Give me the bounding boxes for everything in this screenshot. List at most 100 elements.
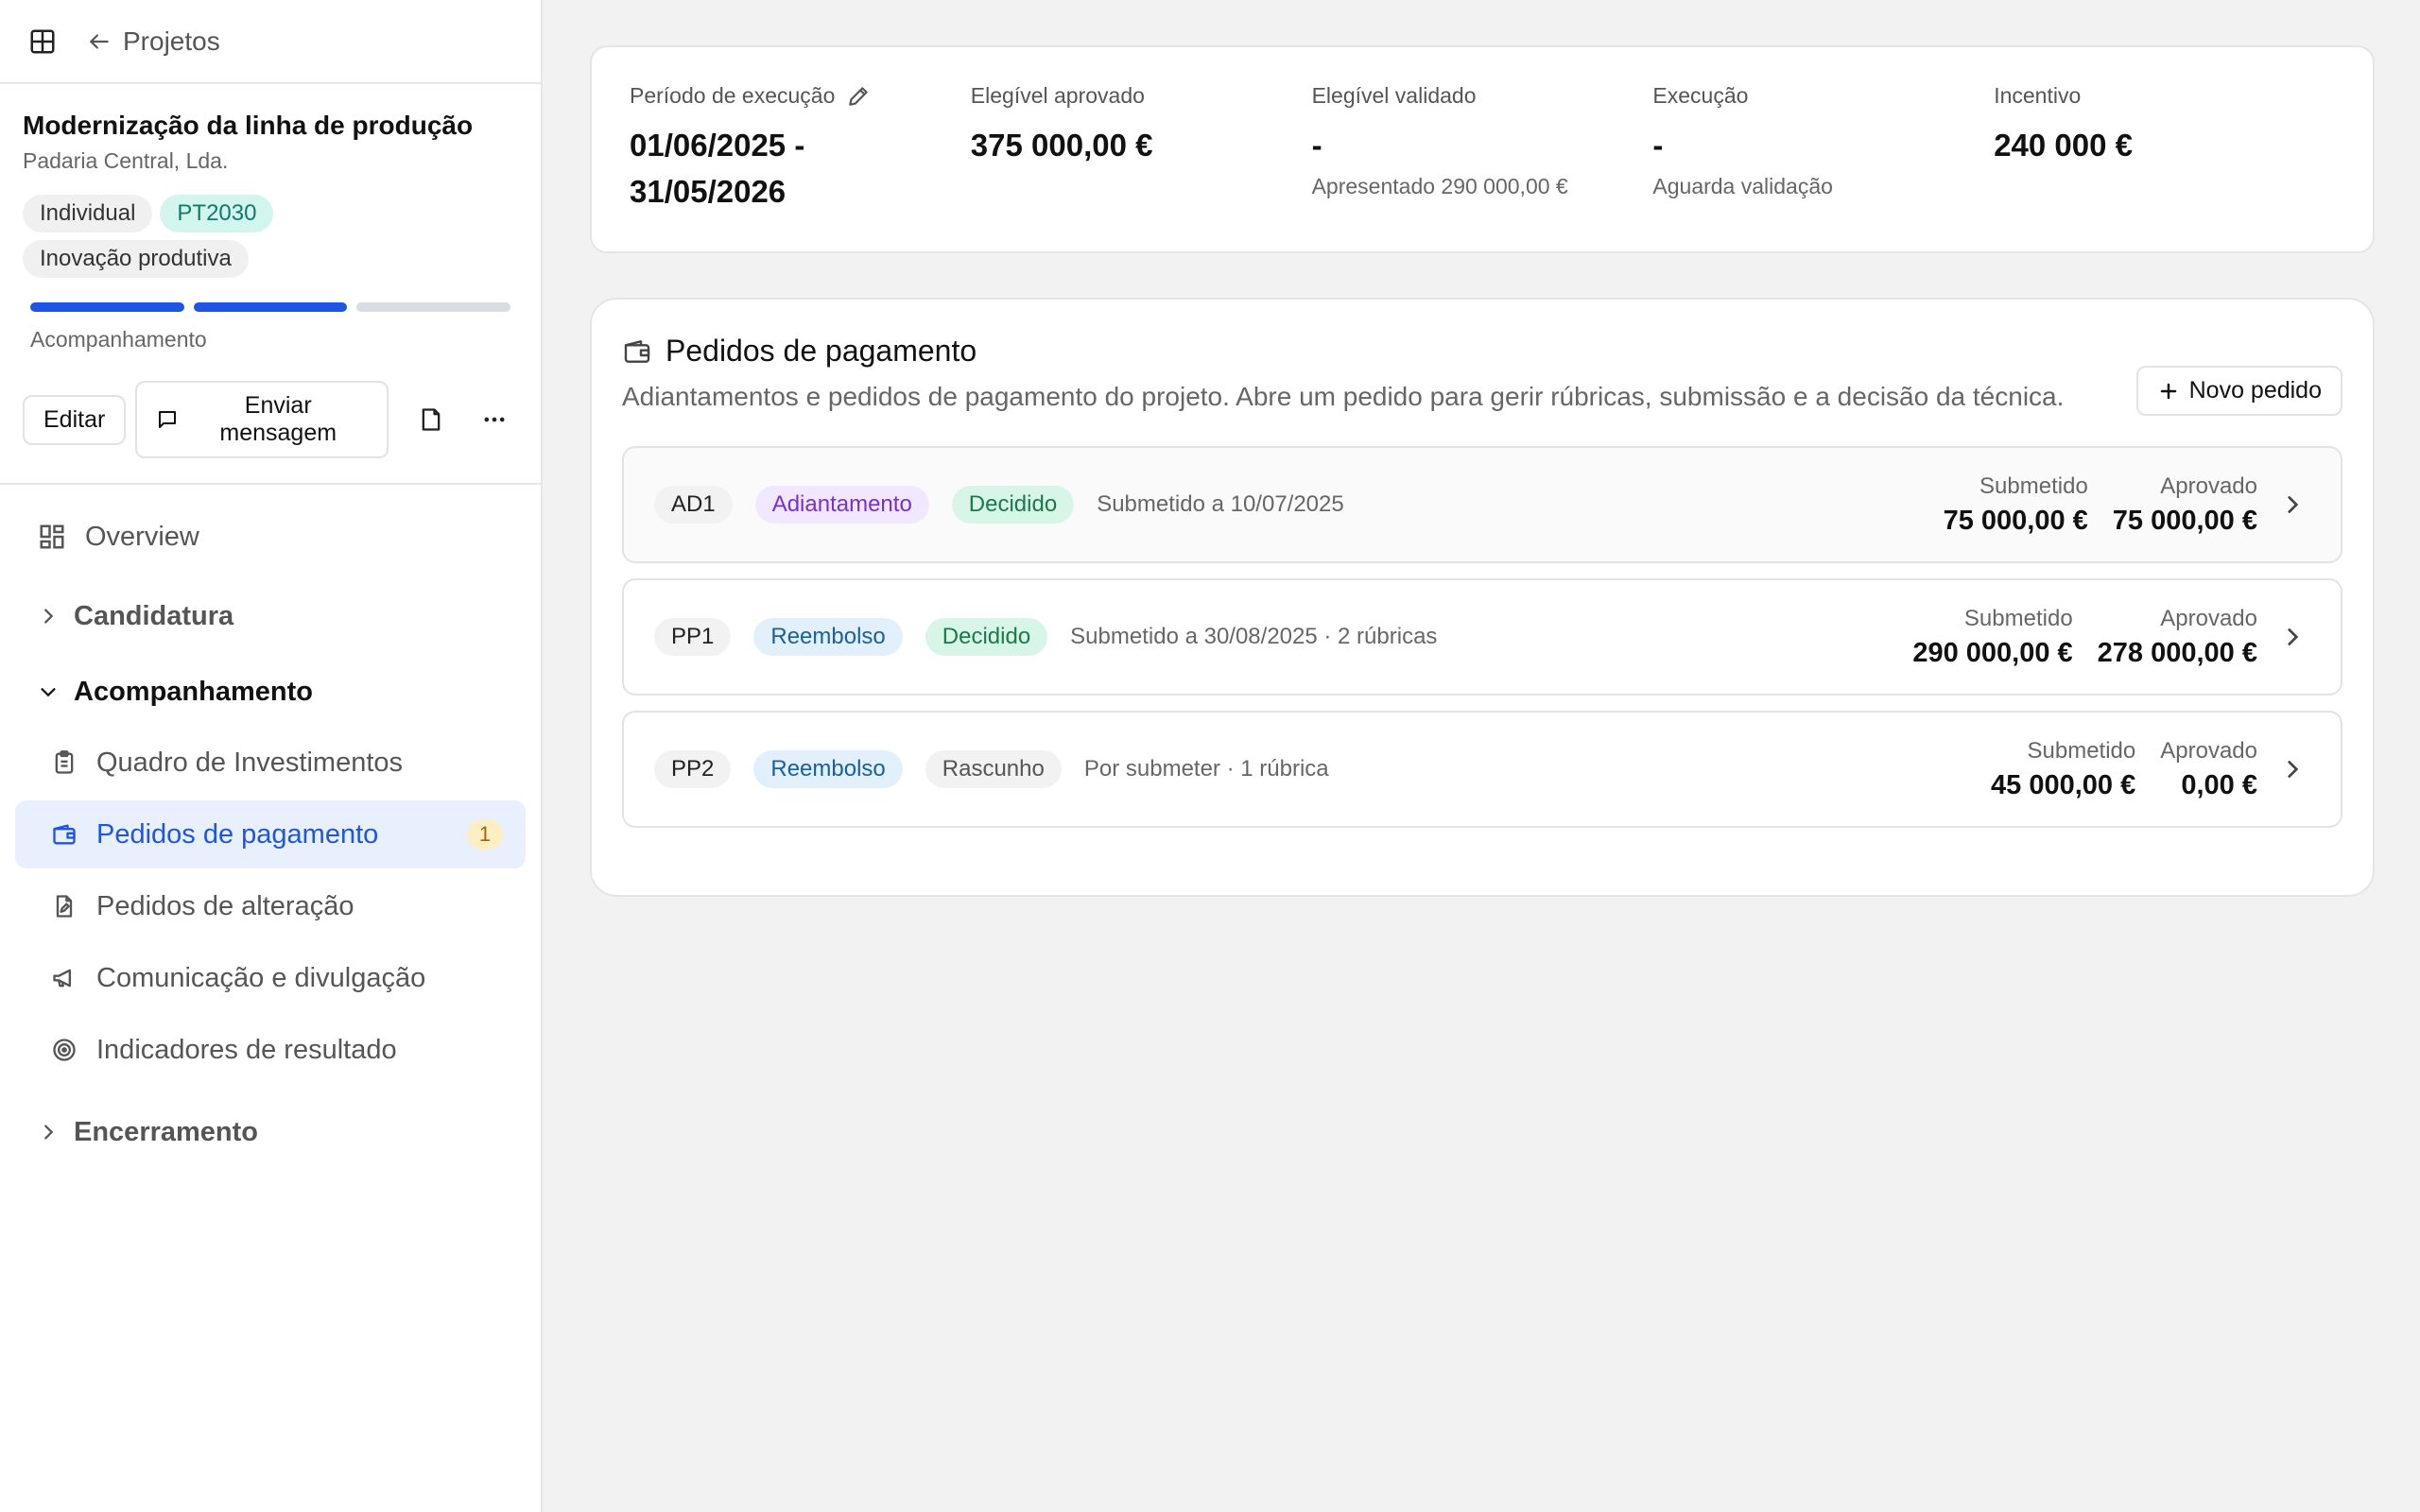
approved-label: Aprovado	[2160, 472, 2257, 499]
megaphone-icon	[51, 965, 78, 991]
project-actions: Editar Enviar mensagem	[23, 381, 518, 458]
kpi-label: Elegível aprovado	[970, 83, 1145, 108]
kpi-value: -	[1311, 128, 1322, 163]
kpi-periodo: Período de execução 01/06/2025 - 31/05/2…	[630, 83, 971, 251]
sidebar-item-pedidos-pagamento[interactable]: Pedidos de pagamento 1	[15, 800, 526, 868]
progress-segment	[193, 302, 348, 312]
new-request-button[interactable]: Novo pedido	[2135, 366, 2342, 416]
kpi-value: 01/06/2025 - 31/05/2026	[630, 128, 805, 209]
project-tags: Individual PT2030 Inovação produtiva	[23, 195, 335, 278]
project-summary: Período de execução 01/06/2025 - 31/05/2…	[590, 45, 2375, 253]
submitted-label: Submetido	[2027, 737, 2136, 764]
kpi-label: Período de execução	[630, 83, 971, 109]
wallet-icon	[51, 821, 78, 848]
chevron-right-icon	[2280, 757, 2312, 782]
sidebar-item-label: Comunicação e divulgação	[96, 962, 426, 993]
sidebar-group-label: Candidatura	[74, 600, 234, 631]
sidebar-group-encerramento[interactable]: Encerramento	[15, 1099, 526, 1165]
approved-label: Aprovado	[2160, 605, 2257, 631]
approved-amount: Aprovado 0,00 €	[2160, 738, 2257, 801]
file-edit-icon	[51, 893, 78, 919]
payment-row[interactable]: PP1 Reembolso Decidido Submetido a 30/08…	[622, 578, 2342, 696]
kpi-note: Aguarda validação	[1652, 174, 1833, 198]
payment-type: Reembolso	[753, 750, 903, 788]
phase-progress	[30, 302, 511, 312]
payment-row[interactable]: AD1 Adiantamento Decidido Submetido a 10…	[622, 446, 2342, 563]
payments-title: Pedidos de pagamento	[666, 334, 977, 368]
arrow-left-icon	[87, 29, 112, 54]
payments-header: Pedidos de pagamento	[622, 334, 2342, 369]
submitted-value: 290 000,00 €	[1912, 637, 2073, 668]
project-header: Modernização da linha de produção Padari…	[0, 84, 541, 458]
sidebar-item-investimentos[interactable]: Quadro de Investimentos	[15, 729, 526, 797]
new-request-label: Novo pedido	[2188, 377, 2322, 404]
kpi-label: Elegível validado	[1311, 83, 1477, 108]
sidebar-item-label: Pedidos de pagamento	[96, 818, 379, 850]
chevron-right-icon	[38, 606, 59, 627]
message-icon	[156, 408, 179, 431]
progress-segment	[356, 302, 511, 312]
sidebar-nav: Overview Candidatura Acompanhamento Quad…	[0, 485, 541, 1165]
kpi-label: Execução	[1652, 83, 1749, 108]
kpi-elegivel-aprovado: Elegível aprovado 375 000,00 €	[971, 83, 1312, 251]
chevron-right-icon	[2280, 492, 2312, 517]
payment-status: Decidido	[951, 486, 1075, 524]
target-icon	[51, 1037, 78, 1063]
tag-program: PT2030	[160, 195, 274, 232]
sidebar-item-overview[interactable]: Overview	[15, 504, 526, 570]
payment-meta: Submetido a 30/08/2025 · 2 rúbricas	[1070, 624, 1438, 649]
submitted-label: Submetido	[1963, 605, 2073, 631]
kpi-value: -	[1652, 128, 1664, 163]
more-options-icon[interactable]	[472, 395, 518, 444]
payments-description: Adiantamentos e pedidos de pagamento do …	[622, 382, 2065, 411]
phase-label: Acompanhamento	[30, 327, 207, 352]
back-link-label: Projetos	[123, 26, 220, 56]
sidebar-group-acompanhamento[interactable]: Acompanhamento	[15, 659, 526, 725]
wallet-icon	[622, 336, 652, 367]
kpi-label-text: Período de execução	[630, 83, 836, 108]
submitted-amount: Submetido 45 000,00 €	[1991, 738, 2135, 801]
chevron-down-icon	[38, 681, 59, 702]
sidebar-group-candidatura[interactable]: Candidatura	[15, 583, 526, 649]
kpi-elegivel-validado: Elegível validado - Apresentado 290 000,…	[1312, 83, 1653, 251]
sidebar-item-label: Quadro de Investimentos	[96, 747, 404, 778]
submitted-amount: Submetido 75 000,00 €	[1944, 473, 2088, 537]
kpi-execucao: Execução - Aguarda validação	[1652, 83, 1994, 251]
submitted-value: 75 000,00 €	[1943, 505, 2088, 536]
kpi-label: Incentivo	[1994, 83, 2082, 108]
apps-grid-icon[interactable]	[26, 26, 59, 58]
pencil-icon[interactable]	[846, 84, 871, 109]
sidebar-item-pedidos-alteracao[interactable]: Pedidos de alteração	[15, 872, 526, 940]
payment-code: AD1	[654, 486, 733, 524]
payments-card: Pedidos de pagamento Adiantamentos e ped…	[590, 298, 2375, 897]
approved-value: 0,00 €	[2181, 769, 2257, 800]
document-icon[interactable]	[407, 395, 454, 444]
tag-category: Inovação produtiva	[23, 240, 249, 278]
edit-button[interactable]: Editar	[23, 394, 127, 445]
send-message-label: Enviar mensagem	[219, 392, 337, 446]
send-message-button[interactable]: Enviar mensagem	[135, 381, 389, 458]
chevron-right-icon	[2280, 625, 2312, 649]
count-badge: 1	[467, 819, 503, 850]
payment-row[interactable]: PP2 Reembolso Rascunho Por submeter · 1 …	[622, 711, 2342, 828]
project-title: Modernização da linha de produção	[23, 111, 474, 140]
payment-code: PP2	[654, 750, 732, 788]
back-to-projects-link[interactable]: Projetos	[87, 26, 220, 57]
payment-amounts: Submetido 75 000,00 € Aprovado 75 000,00…	[1944, 473, 2257, 537]
approved-amount: Aprovado 75 000,00 €	[2113, 473, 2257, 537]
submitted-value: 45 000,00 €	[1991, 769, 2136, 800]
project-company: Padaria Central, Lda.	[23, 148, 229, 173]
approved-value: 278 000,00 €	[2097, 637, 2257, 668]
plus-icon	[2157, 380, 2180, 403]
sidebar-item-comunicacao[interactable]: Comunicação e divulgação	[15, 944, 526, 1012]
progress-segment	[30, 302, 184, 312]
payment-status: Decidido	[925, 618, 1048, 656]
clipboard-icon	[51, 749, 78, 776]
approved-label: Aprovado	[2160, 737, 2257, 764]
dashboard-icon	[38, 523, 66, 551]
payment-code: PP1	[654, 618, 732, 656]
kpi-value: 240 000 €	[1994, 128, 2133, 163]
sidebar-item-indicadores[interactable]: Indicadores de resultado	[15, 1016, 526, 1084]
kpi-value: 375 000,00 €	[970, 128, 1153, 163]
sidebar-item-label: Pedidos de alteração	[96, 890, 354, 921]
